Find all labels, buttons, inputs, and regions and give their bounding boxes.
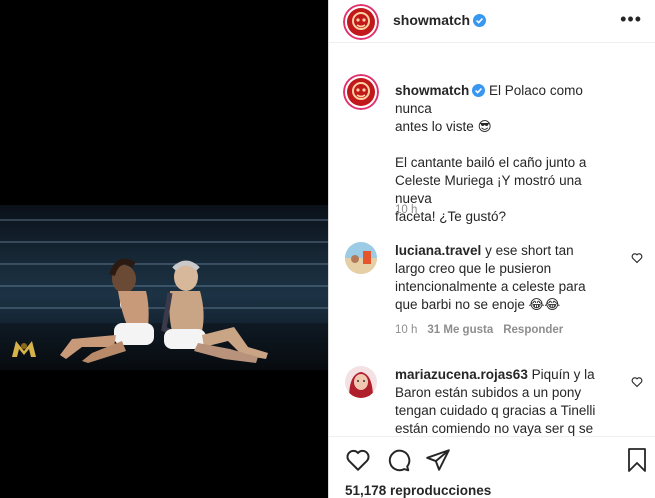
avatar[interactable] <box>345 366 377 398</box>
like-comment-heart-icon[interactable] <box>631 376 643 388</box>
comments-area: showmatch El Polaco como nunca antes lo … <box>329 44 655 436</box>
caption-text: showmatch El Polaco como nunca antes lo … <box>395 82 620 226</box>
verified-badge-icon <box>472 84 486 97</box>
caption-username[interactable]: showmatch <box>395 83 469 98</box>
like-heart-icon[interactable] <box>345 447 371 473</box>
comment-username[interactable]: mariazucena.rojas63 <box>395 367 528 382</box>
post-header: showmatch ••• <box>329 0 655 43</box>
like-comment-heart-icon[interactable] <box>631 252 643 264</box>
comment-text: mariazucena.rojas63 Piquín y la Baron es… <box>395 367 596 436</box>
avatar[interactable] <box>343 4 379 40</box>
sunglasses-emoji: 😎 <box>477 119 492 134</box>
avatar[interactable] <box>343 74 379 110</box>
view-count[interactable]: 51,178 reproducciones <box>345 483 491 498</box>
caption: showmatch El Polaco como nunca antes lo … <box>343 74 643 224</box>
comment-timestamp[interactable]: 10 h <box>395 324 417 336</box>
comment-bubble-icon[interactable] <box>385 447 411 473</box>
caption-timestamp[interactable]: 10 h <box>395 204 417 216</box>
post-actions: 51,178 reproducciones <box>329 436 655 498</box>
header-username[interactable]: showmatch <box>393 12 470 28</box>
post-video[interactable] <box>0 0 328 498</box>
more-options-icon[interactable]: ••• <box>620 10 642 28</box>
caption-body-line: Celeste Muriega ¡Y mostró una nueva <box>395 173 582 206</box>
reply-button[interactable]: Responder <box>503 324 563 336</box>
caption-body-line: El cantante bailó el caño junto a <box>395 155 587 170</box>
save-bookmark-icon[interactable] <box>625 447 649 473</box>
share-paper-plane-icon[interactable] <box>425 447 451 473</box>
comment-text: luciana.travel y ese short tan largo cre… <box>395 243 586 312</box>
comment-likes[interactable]: 31 Me gusta <box>427 324 493 336</box>
comment-meta: 10 h 31 Me gusta Responder <box>395 324 563 336</box>
post-detail-panel: showmatch ••• showmatch El Polaco como n… <box>328 0 655 498</box>
comment-item: luciana.travel y ese short tan largo cre… <box>343 240 643 350</box>
showmatch-watermark-icon <box>12 341 36 357</box>
caption-line: antes lo viste <box>395 119 474 134</box>
caption-body-line: faceta! ¿Te gustó? <box>395 209 507 224</box>
comment-username[interactable]: luciana.travel <box>395 243 481 258</box>
dancers-image <box>60 258 268 363</box>
avatar[interactable] <box>345 242 377 274</box>
video-frame <box>0 205 328 370</box>
verified-badge-icon <box>473 14 487 27</box>
comment-item: mariazucena.rojas63 Piquín y la Baron es… <box>343 364 643 436</box>
